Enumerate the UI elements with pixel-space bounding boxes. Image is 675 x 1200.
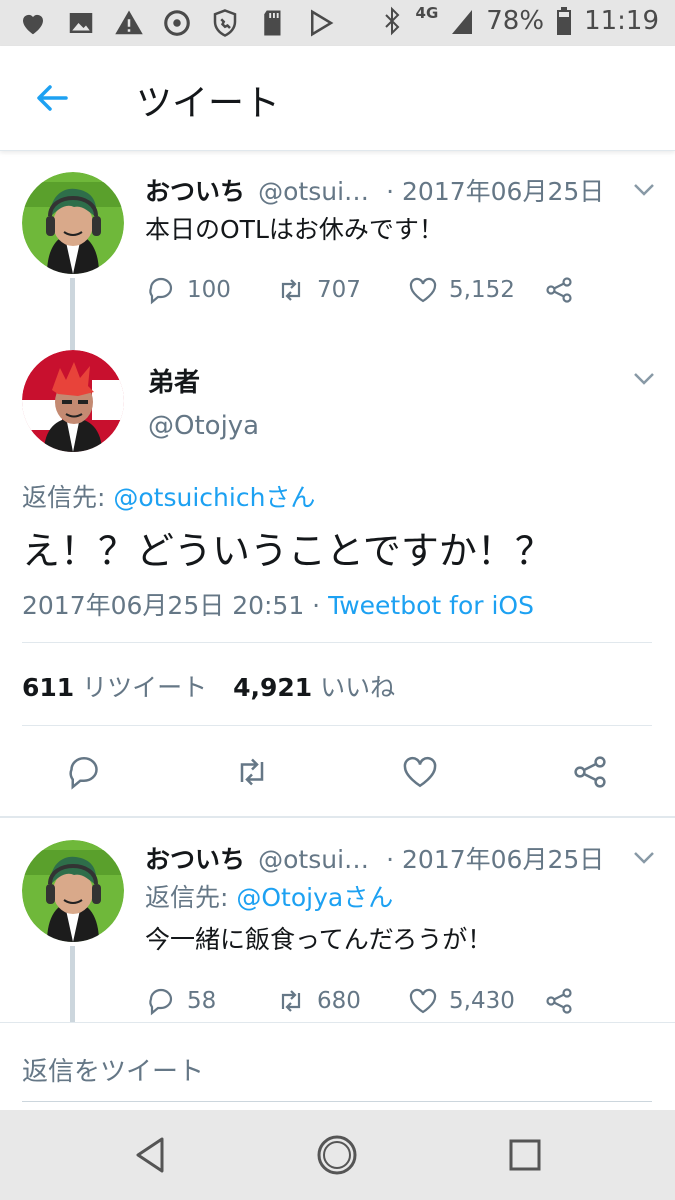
retweet-count: 707	[317, 277, 361, 303]
tweet-actions: 100 707 5,152	[145, 274, 575, 306]
tweet-text: え！？どういうことですか！？	[22, 529, 553, 573]
reply-button[interactable]: 100	[145, 274, 275, 306]
user-name[interactable]: 弟者	[148, 362, 200, 399]
avatar-image	[22, 172, 124, 274]
user-handle[interactable]: @Otojya	[148, 411, 259, 441]
reply-tweet[interactable]: おついち @otsui… · 2017年06月25日 返信先: @Otojyaさ…	[0, 818, 675, 1022]
reply-mention-link[interactable]: @Otojyaさん	[236, 883, 393, 912]
share-button[interactable]	[543, 274, 575, 306]
retweet-button[interactable]: 707	[275, 274, 407, 306]
image-icon	[69, 13, 93, 33]
play-store-icon	[311, 9, 334, 37]
reply-input-placeholder[interactable]: 返信をツイート	[22, 1051, 204, 1088]
share-icon[interactable]	[570, 752, 610, 792]
user-handle[interactable]: @otsui…	[258, 177, 369, 206]
client-link[interactable]: Tweetbot for iOS	[328, 591, 534, 620]
avatar[interactable]	[22, 350, 124, 452]
battery-icon	[557, 7, 572, 35]
reply-to: 返信先: @otsuichichさん	[22, 478, 315, 514]
thread-line	[70, 946, 75, 1022]
warning-icon	[115, 10, 143, 35]
home-circle-icon[interactable]	[314, 1132, 360, 1178]
retweet-icon[interactable]	[232, 752, 272, 792]
network-type: 4G	[415, 4, 439, 22]
input-underline	[22, 1101, 652, 1102]
heart-icon	[409, 277, 437, 303]
like-stat[interactable]: 4,921 いいね	[233, 673, 395, 702]
retweet-icon	[281, 990, 301, 1012]
status-bar: 4G 78% 11:19	[0, 0, 675, 46]
tweet-header: おついち @otsui… · 2017年06月25日	[145, 172, 604, 208]
retweet-icon	[281, 279, 301, 301]
avatar-image	[22, 350, 124, 452]
chevron-down-icon[interactable]	[632, 371, 656, 387]
heart-icon	[23, 14, 43, 35]
sd-card-icon	[264, 10, 281, 36]
avatar[interactable]	[22, 840, 124, 942]
signal-icon	[452, 10, 473, 34]
reply-icon	[149, 988, 173, 1016]
reply-to-prefix: 返信先:	[22, 483, 114, 512]
avatar-image	[22, 840, 124, 942]
main-tweet-actions	[0, 742, 675, 802]
reply-composer[interactable]: 返信をツイート	[0, 1022, 675, 1111]
clock: 11:19	[584, 6, 659, 36]
tweet-date: · 2017年06月25日	[386, 177, 605, 206]
tweet-stats: 611 リツイート 4,921 いいね	[22, 668, 395, 704]
battery-percentage: 78%	[486, 6, 545, 36]
share-icon	[546, 277, 572, 303]
shield-phone-icon	[213, 9, 237, 37]
like-label: いいね	[320, 673, 396, 702]
chevron-down-icon[interactable]	[632, 850, 656, 866]
timestamp-text: 2017年06月25日 20:51 ·	[22, 591, 329, 620]
reply-icon[interactable]	[64, 752, 104, 792]
parent-tweet[interactable]: おついち @otsui… · 2017年06月25日 本日のOTLはお休みです！…	[0, 150, 675, 344]
back-triangle-icon[interactable]	[128, 1132, 174, 1178]
status-icons-left	[18, 8, 336, 38]
tweet-date: · 2017年06月25日	[386, 845, 605, 874]
like-count: 5,152	[449, 277, 515, 303]
reply-button[interactable]: 58	[145, 985, 275, 1017]
thread-line	[70, 290, 75, 350]
retweet-label: リツイート	[82, 673, 208, 702]
reply-count: 100	[187, 277, 231, 303]
divider	[22, 725, 652, 726]
share-button[interactable]	[543, 985, 575, 1017]
user-name[interactable]: おついち	[145, 177, 245, 206]
user-handle[interactable]: @otsui…	[258, 845, 369, 874]
tweet-text: 本日のOTLはお休みです！	[145, 215, 444, 244]
retweet-stat[interactable]: 611 リツイート	[22, 673, 207, 702]
retweet-count: 680	[317, 988, 361, 1014]
like-button[interactable]: 5,152	[407, 274, 543, 306]
tweet-timestamp: 2017年06月25日 20:51 · Tweetbot for iOS	[22, 586, 534, 622]
reply-icon	[149, 277, 173, 305]
avatar[interactable]	[22, 172, 124, 274]
chevron-down-icon[interactable]	[632, 182, 656, 198]
user-name[interactable]: おついち	[145, 845, 245, 874]
heart-icon	[409, 988, 437, 1014]
bluetooth-icon	[384, 6, 399, 36]
retweet-total: 611	[22, 673, 75, 702]
recents-square-icon[interactable]	[502, 1132, 548, 1178]
back-arrow-icon[interactable]	[30, 76, 74, 120]
app-bar: ツイート	[0, 46, 675, 151]
divider	[22, 642, 652, 643]
reply-count: 58	[187, 988, 217, 1014]
reply-to: 返信先: @Otojyaさん	[145, 878, 393, 914]
reply-mention-link[interactable]: @otsuichichさん	[113, 483, 315, 512]
share-icon	[546, 988, 572, 1014]
tweet-header: おついち @otsui… · 2017年06月25日	[145, 840, 604, 876]
reply-to-prefix: 返信先:	[145, 883, 237, 912]
heart-icon[interactable]	[400, 752, 440, 792]
status-icons-right: 4G 78% 11:19	[380, 4, 659, 36]
tweet-actions: 58 680 5,430	[145, 985, 575, 1017]
like-count: 5,430	[449, 988, 515, 1014]
retweet-button[interactable]: 680	[275, 985, 407, 1017]
like-button[interactable]: 5,430	[407, 985, 543, 1017]
navigation-bar	[0, 1110, 675, 1200]
phone-settings-icon	[164, 10, 190, 36]
like-total: 4,921	[233, 673, 313, 702]
tweet-text: 今一緒に飯食ってんだろうが！	[145, 925, 493, 954]
page-title: ツイート	[136, 83, 281, 124]
